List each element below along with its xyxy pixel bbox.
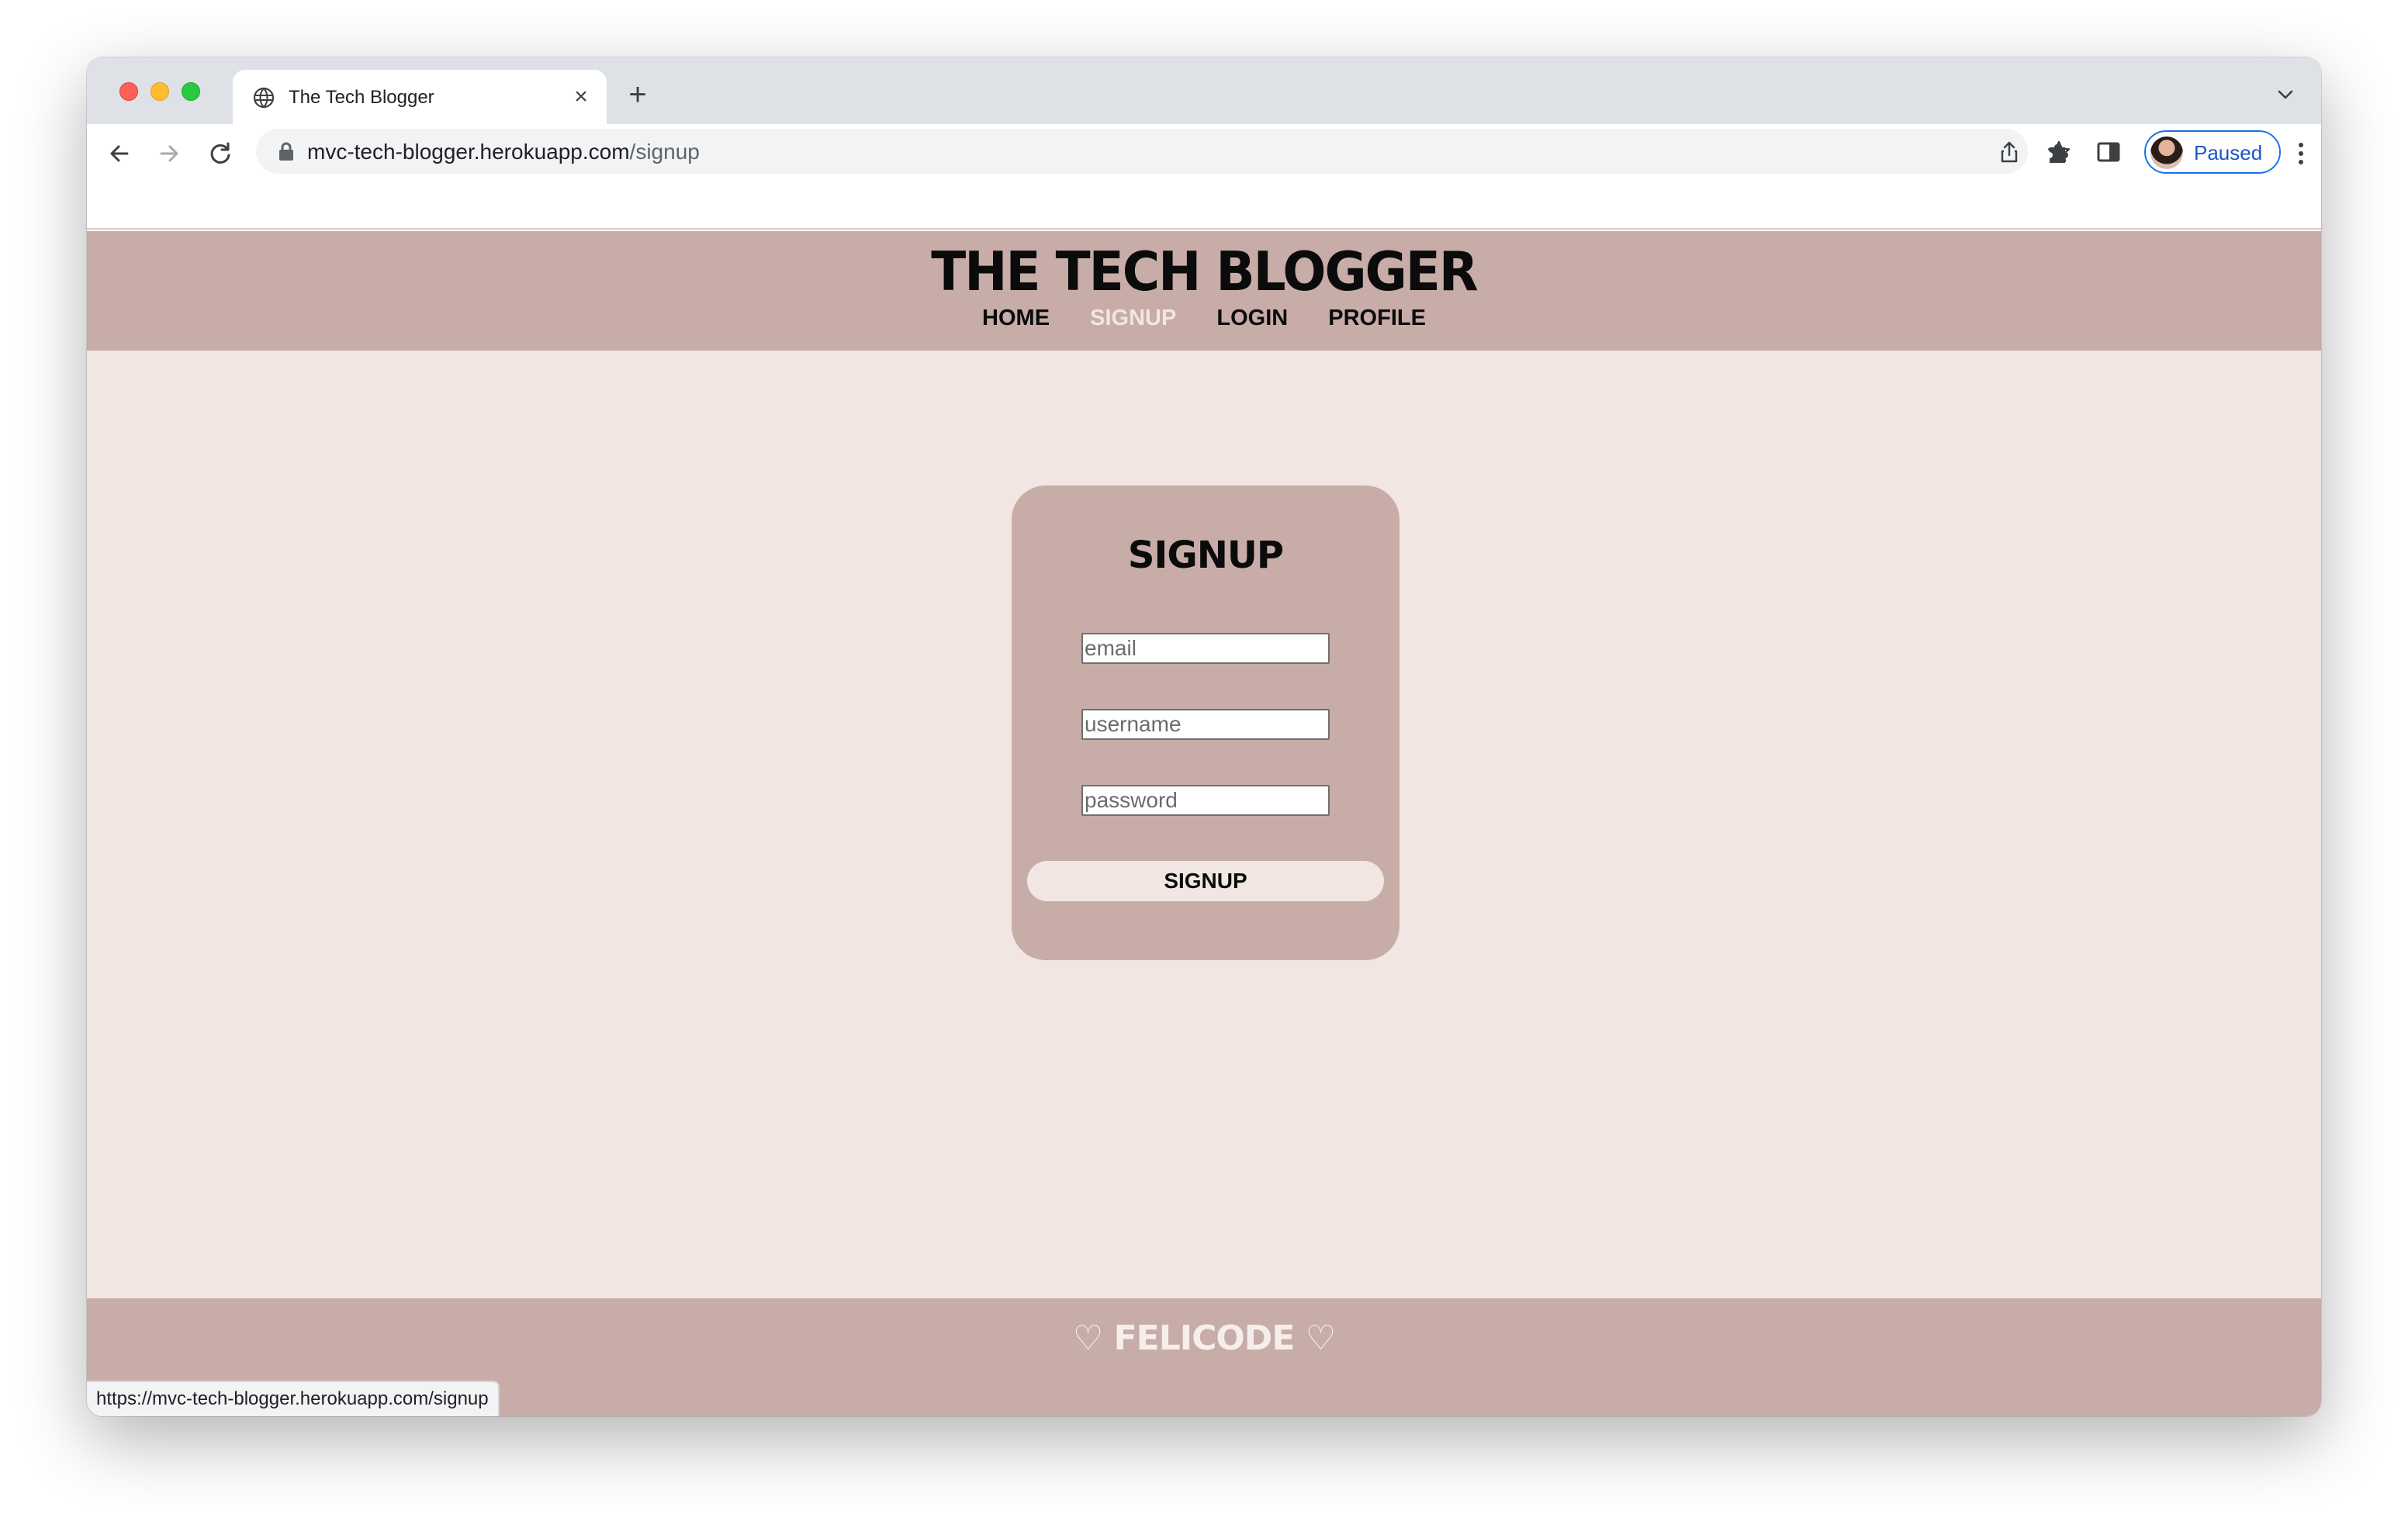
nav-login-link[interactable]: LOGIN [1216,306,1288,331]
close-tab-icon[interactable]: × [569,85,593,109]
url-host: mvc-tech-blogger.herokuapp.com [307,140,630,164]
site-title: The Tech Blogger [931,240,1478,303]
forward-arrow-icon[interactable] [154,138,185,169]
email-field[interactable] [1081,633,1330,664]
reload-icon[interactable] [205,138,236,169]
nav-home-link[interactable]: HOME [982,306,1050,331]
footer-credit: ♡ FELICODE ♡ [1072,1318,1336,1358]
address-bar[interactable]: mvc-tech-blogger.herokuapp.com/signup [256,129,2071,174]
extensions-puzzle-icon[interactable] [2045,138,2073,166]
profile-status-label: Paused [2194,141,2263,164]
chevron-down-icon[interactable] [2275,84,2296,105]
signup-button[interactable]: SIGNUP [1027,861,1384,901]
back-arrow-icon[interactable] [104,138,135,169]
url-path: /signup [629,140,700,164]
site-nav: HOME SIGNUP LOGIN PROFILE [87,306,2321,331]
signup-form: SIGNUP SIGNUP [1012,486,1399,960]
new-tab-icon[interactable]: + [622,79,653,112]
browser-tab[interactable]: The Tech Blogger × [233,70,607,124]
share-icon[interactable] [1997,140,2022,164]
nav-profile-link[interactable]: PROFILE [1328,306,1426,331]
password-field[interactable] [1081,785,1330,816]
tab-title: The Tech Blogger [289,87,434,108]
link-status-bar: https://mvc-tech-blogger.herokuapp.com/s… [87,1381,500,1416]
maximize-window-button[interactable] [182,82,200,101]
username-field[interactable] [1081,709,1330,740]
site-header: The Tech Blogger HOME SIGNUP LOGIN PROFI… [87,231,2321,351]
lock-icon[interactable] [278,141,295,161]
url-text[interactable]: mvc-tech-blogger.herokuapp.com/signup [307,140,700,164]
avatar [2150,137,2183,169]
profile-button[interactable]: Paused [2144,130,2281,174]
close-window-button[interactable] [119,82,138,101]
browser-window: The Tech Blogger × + mvc-tech-blogger.he… [87,57,2321,1416]
signup-heading: SIGNUP [1127,534,1284,577]
main-content: SIGNUP SIGNUP [87,351,2321,1298]
minimize-window-button[interactable] [150,82,169,101]
globe-icon [253,87,275,109]
side-panel-icon[interactable] [2095,138,2123,166]
browser-toolbar: mvc-tech-blogger.herokuapp.com/signup Pa… [87,124,2321,181]
tab-strip: The Tech Blogger × + [87,57,2321,124]
nav-signup-link[interactable]: SIGNUP [1090,306,1176,331]
page-top-spacer [87,181,2321,230]
more-menu-icon[interactable] [2292,138,2310,169]
page-viewport: The Tech Blogger HOME SIGNUP LOGIN PROFI… [87,181,2321,1416]
